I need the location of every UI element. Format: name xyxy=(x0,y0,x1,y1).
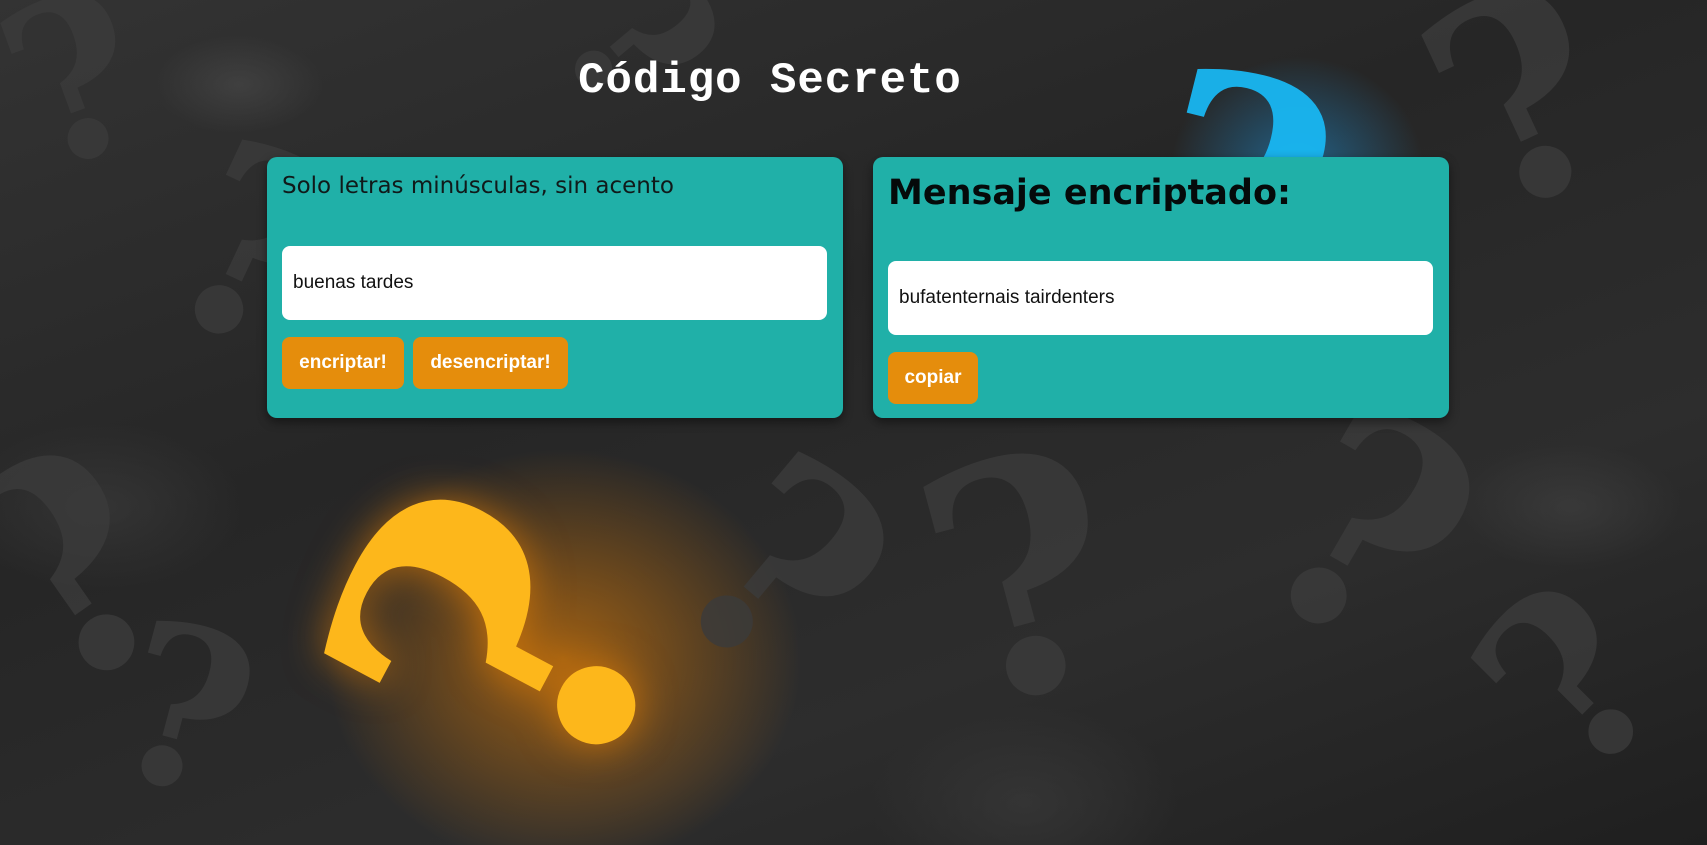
output-title: Mensaje encriptado: xyxy=(888,173,1292,213)
encrypted-output-field[interactable] xyxy=(888,261,1433,335)
input-card: Solo letras minúsculas, sin acento encri… xyxy=(267,157,843,418)
decrypt-button[interactable]: desencriptar! xyxy=(413,337,568,389)
output-card: Mensaje encriptado: copiar xyxy=(873,157,1449,418)
background-image: ? ? ? ? ? ? ? ? ? ? ? ? xyxy=(0,0,1707,845)
input-hint: Solo letras minúsculas, sin acento xyxy=(282,173,674,199)
orange-question-mark-icon: ? xyxy=(227,415,779,845)
page-title: Código Secreto xyxy=(578,56,962,106)
background-question-mark-icon: ? xyxy=(884,374,1163,785)
message-input[interactable] xyxy=(282,246,827,320)
background-question-mark-icon: ? xyxy=(1420,530,1707,830)
copy-button[interactable]: copiar xyxy=(888,352,978,404)
encrypt-button[interactable]: encriptar! xyxy=(282,337,404,389)
